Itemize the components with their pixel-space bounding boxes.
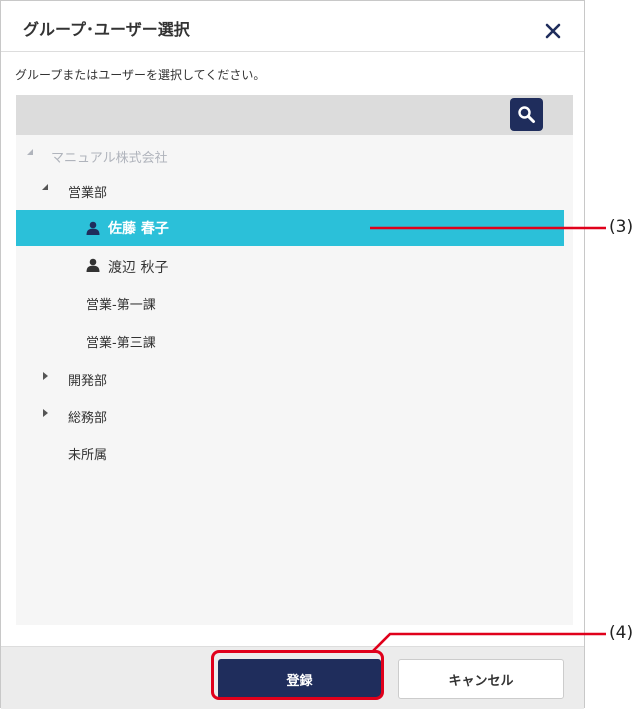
tree-node-dev-dept[interactable]: 開発部 — [16, 361, 564, 397]
tree-node-label: 渡辺 秋子 — [108, 260, 169, 276]
tree-node-sales-team-3[interactable]: 営業-第三課 — [16, 323, 564, 359]
search-icon — [518, 106, 535, 123]
tree-panel: マニュアル株式会社 営業部 佐藤 春子 渡辺 秋子 営業-第一課 営業-第三課 … — [16, 135, 573, 625]
tree-node-label: 営業部 — [68, 186, 108, 201]
group-user-select-dialog: グループ･ユーザー選択 グループまたはユーザーを選択してください。 マニュアル株… — [0, 0, 585, 709]
search-button[interactable] — [510, 98, 543, 131]
search-bar — [16, 95, 573, 135]
instruction-text: グループまたはユーザーを選択してください。 — [15, 68, 266, 82]
tree-node-sales-team-1[interactable]: 営業-第一課 — [16, 285, 564, 321]
collapsed-arrow-icon[interactable] — [42, 408, 49, 418]
expanded-arrow-icon[interactable] — [41, 183, 49, 191]
tree-node-label: 営業-第一課 — [86, 298, 156, 313]
close-button[interactable] — [541, 19, 565, 43]
tree-node-label: 未所属 — [68, 448, 108, 463]
tree-node-label: 開発部 — [68, 374, 108, 389]
callout-label-3: (3) — [609, 217, 634, 237]
tree-node-user[interactable]: 渡辺 秋子 — [16, 247, 564, 283]
tree-node-label: 総務部 — [68, 411, 108, 426]
user-icon — [86, 221, 100, 235]
tree-node-general-affairs-dept[interactable]: 総務部 — [16, 398, 564, 434]
collapsed-arrow-icon[interactable] — [42, 371, 49, 381]
tree-node-root[interactable]: マニュアル株式会社 — [16, 138, 564, 174]
user-icon — [86, 258, 100, 272]
tree-node-unassigned[interactable]: 未所属 — [16, 435, 564, 471]
close-icon — [545, 23, 561, 39]
header-divider — [1, 51, 584, 52]
callout-label-4: (4) — [609, 623, 634, 643]
dialog-title: グループ･ユーザー選択 — [23, 20, 190, 39]
tree-node-label: 営業-第三課 — [86, 336, 156, 351]
tree-node-label: マニュアル株式会社 — [51, 151, 168, 166]
cancel-button[interactable]: キャンセル — [398, 659, 564, 699]
register-highlight-ring — [211, 650, 384, 700]
tree-node-label: 佐藤 春子 — [108, 221, 169, 237]
expanded-arrow-icon[interactable] — [26, 148, 34, 156]
tree-node-sales-dept[interactable]: 営業部 — [16, 173, 564, 209]
tree-node-user-selected[interactable]: 佐藤 春子 — [16, 210, 564, 246]
